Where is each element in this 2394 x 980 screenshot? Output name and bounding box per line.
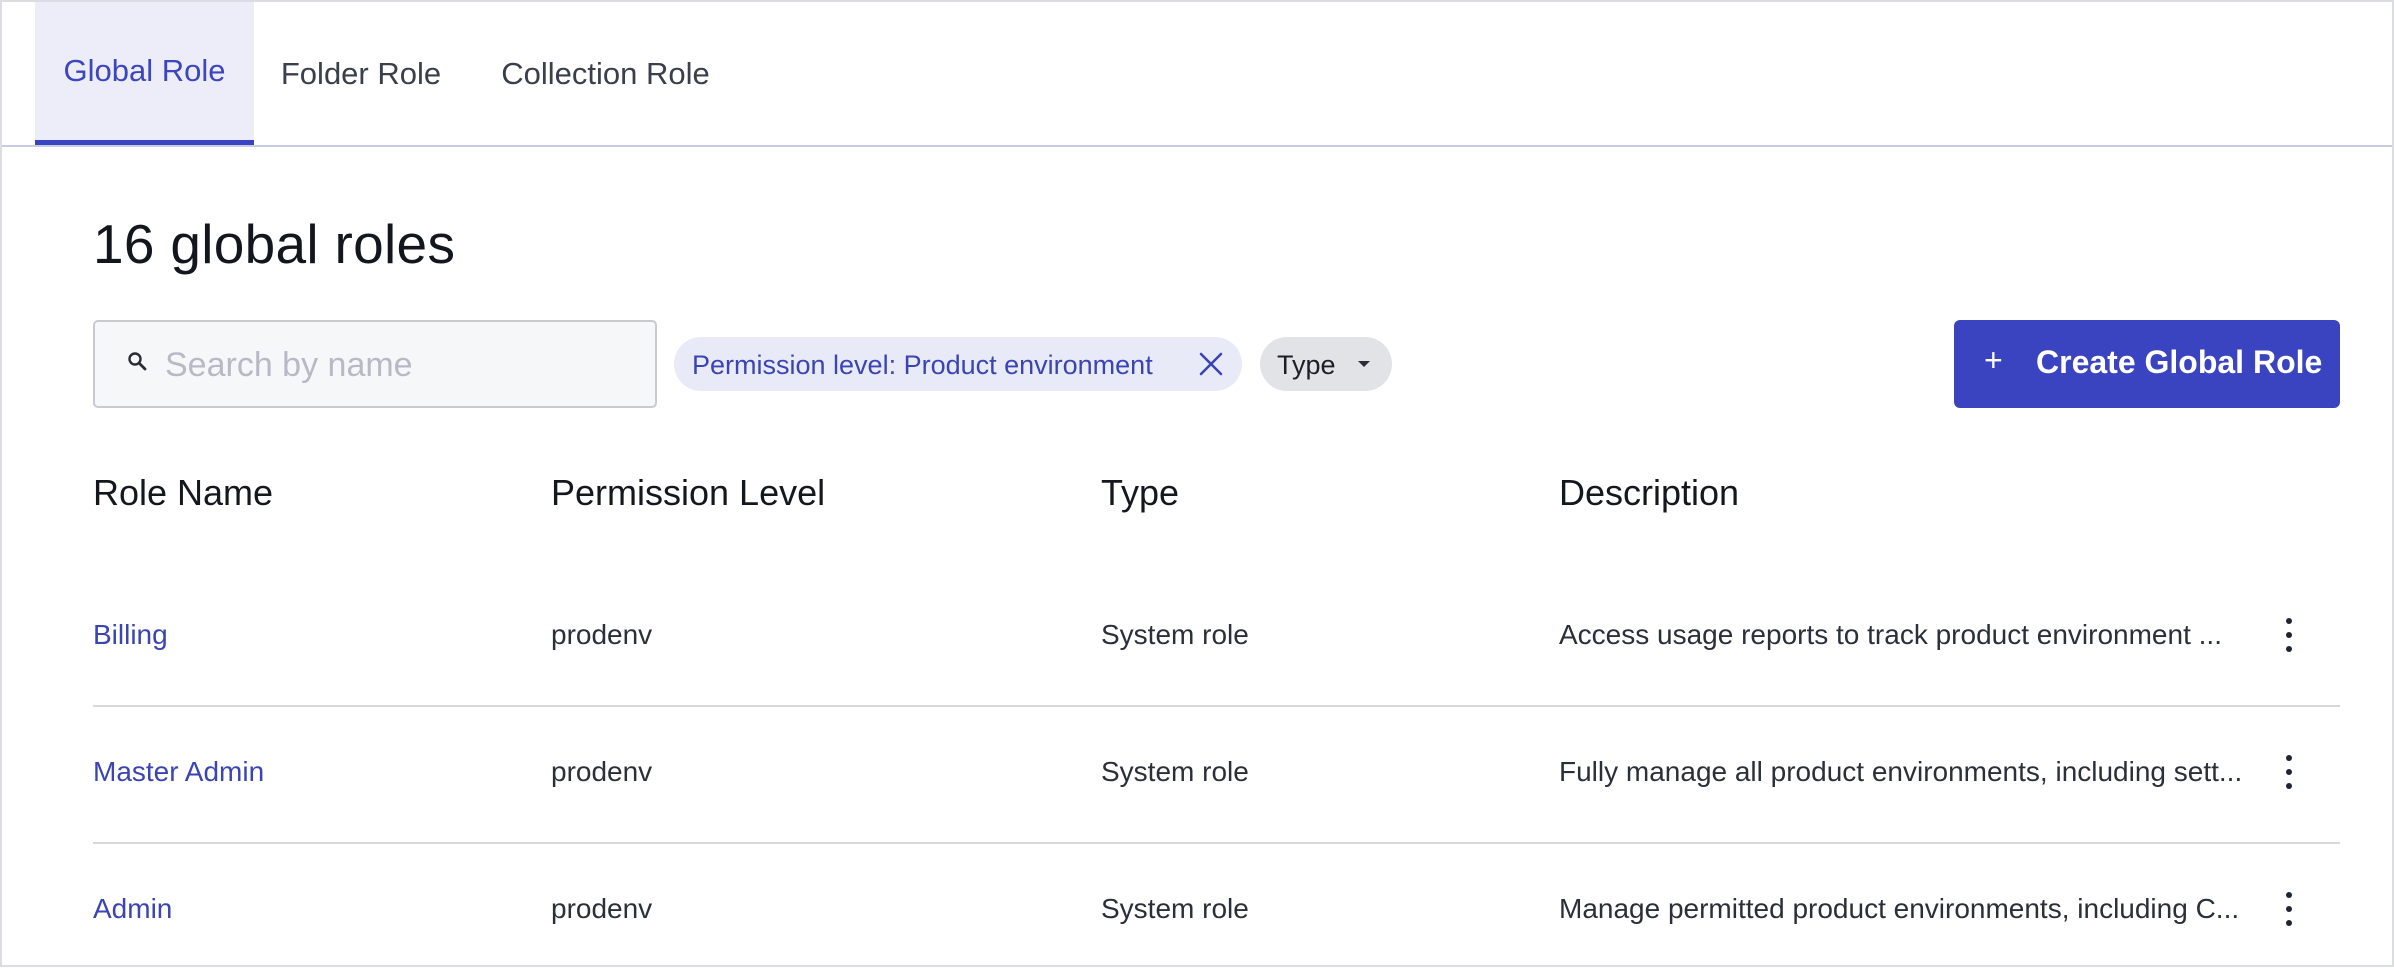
tab-global-role[interactable]: Global Role (35, 2, 254, 145)
role-name-link[interactable]: Master Admin (93, 756, 264, 788)
type-cell: System role (1101, 619, 1249, 650)
table-row: Master Admin prodenv System role Fully m… (93, 706, 2340, 844)
permission-level-cell: prodenv (551, 893, 653, 924)
table-row: Billing prodenv System role Access usage… (93, 569, 2340, 707)
tab-folder-role[interactable]: Folder Role (262, 2, 460, 145)
search-input[interactable] (165, 336, 635, 394)
more-options-icon[interactable] (2279, 752, 2299, 792)
column-header-role-name: Role Name (93, 472, 274, 513)
search-icon (128, 352, 147, 371)
permission-level-filter-chip[interactable]: Permission level: Product environment (674, 337, 1242, 391)
role-tabs: Global Role Folder Role Collection Role (2, 2, 2392, 147)
type-cell: System role (1101, 893, 1249, 924)
page-frame: Global Role Folder Role Collection Role … (0, 0, 2394, 967)
description-cell: Access usage reports to track product en… (1559, 619, 2222, 650)
type-cell: System role (1101, 756, 1249, 787)
column-header-description: Description (1559, 472, 1740, 513)
table-row: Admin prodenv System role Manage permitt… (93, 843, 2340, 980)
more-options-icon[interactable] (2279, 889, 2299, 929)
plus-icon: + (1984, 342, 2003, 378)
create-global-role-button[interactable]: + Create Global Role (1954, 320, 2340, 408)
description-cell: Manage permitted product environments, i… (1559, 893, 2240, 924)
column-header-type: Type (1101, 472, 1180, 513)
permission-level-cell: prodenv (551, 756, 653, 787)
role-name-link[interactable]: Admin (93, 893, 172, 925)
role-name-link[interactable]: Billing (93, 619, 168, 651)
tab-collection-role[interactable]: Collection Role (478, 2, 733, 145)
close-icon[interactable] (1196, 349, 1226, 379)
description-cell: Fully manage all product environments, i… (1559, 756, 2243, 787)
permission-level-filter-label: Permission level: Product environment (692, 350, 1153, 380)
create-global-role-label: Create Global Role (2036, 344, 2323, 380)
caret-down-icon (1358, 361, 1370, 367)
search-box (93, 320, 657, 408)
page-title: 16 global roles (93, 213, 456, 275)
more-options-icon[interactable] (2279, 615, 2299, 655)
column-header-permission-level: Permission Level (551, 472, 826, 513)
permission-level-cell: prodenv (551, 619, 653, 650)
type-filter-dropdown[interactable]: Type (1260, 337, 1392, 391)
type-filter-label: Type (1277, 350, 1336, 380)
